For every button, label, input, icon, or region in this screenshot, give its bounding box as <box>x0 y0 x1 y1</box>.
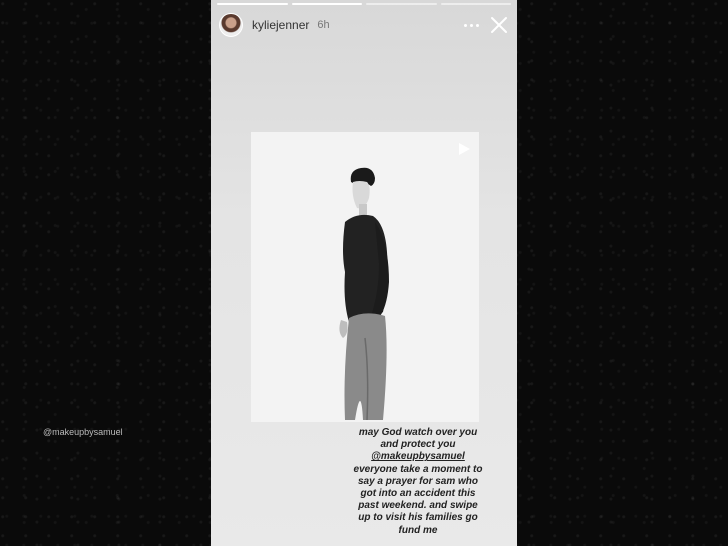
photo-watermark: @makeupbysamuel <box>43 427 123 437</box>
shared-post-card[interactable] <box>251 130 479 422</box>
close-icon[interactable] <box>489 15 509 35</box>
mention-link[interactable]: @makeupbysamuel <box>341 451 495 463</box>
caption-line: past weekend. and swipe <box>358 500 478 512</box>
story-viewer[interactable]: kyliejenner 6h may God watch over you an… <box>211 0 517 546</box>
caption-line: everyone take a moment to <box>353 463 483 475</box>
caption-line: say a prayer for sam who <box>357 475 479 487</box>
caption-line: may God watch over you <box>358 427 478 438</box>
progress-segment <box>291 3 362 5</box>
progress-segment <box>440 3 511 5</box>
username[interactable]: kyliejenner <box>252 18 309 32</box>
progress-segment <box>217 3 288 5</box>
caption-line: got into an accident this <box>360 488 476 500</box>
story-caption: may God watch over you and protect you @… <box>341 427 495 537</box>
progress-segment <box>366 3 437 5</box>
play-icon[interactable] <box>457 142 471 156</box>
more-horizontal-icon[interactable] <box>461 15 481 35</box>
post-time: 6h <box>317 19 330 31</box>
caption-line: up to visit his families go <box>358 512 478 524</box>
story-header: kyliejenner 6h <box>219 11 509 39</box>
caption-line: fund me <box>398 524 438 536</box>
caption-line: and protect you <box>380 439 456 451</box>
avatar[interactable] <box>219 13 243 37</box>
post-photo <box>339 167 389 420</box>
story-progress-bar <box>217 3 511 5</box>
